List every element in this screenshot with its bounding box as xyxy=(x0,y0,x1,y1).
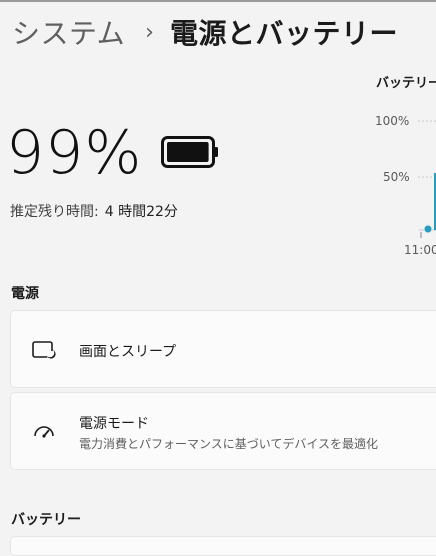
chart-point[interactable] xyxy=(423,224,433,234)
power-mode-card[interactable]: 電源モード 電力消費とパフォーマンスに基づいてデバイスを最適化 xyxy=(10,392,436,470)
screen-sleep-label: 画面とスリープ xyxy=(79,344,177,360)
power-mode-label: 電源モード xyxy=(79,416,149,432)
gauge-icon xyxy=(34,426,54,438)
battery-section-heading: バッテリー xyxy=(11,512,81,528)
battery-saver-card[interactable] xyxy=(10,536,436,556)
screen-sleep-icon xyxy=(32,341,57,361)
power-mode-description: 電力消費とパフォーマンスに基づいてデバイスを最適化 xyxy=(79,437,379,451)
power-section-heading: 電源 xyxy=(11,286,39,302)
screen-sleep-card[interactable]: 画面とスリープ xyxy=(10,310,436,388)
battery-chart xyxy=(418,120,436,238)
